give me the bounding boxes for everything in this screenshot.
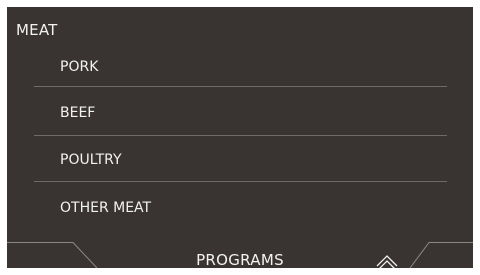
program-menu-screen: MEAT PORK BEEF POULTRY OTHER MEAT PROGRA… <box>7 7 473 268</box>
menu-item-poultry[interactable]: POULTRY <box>60 152 122 168</box>
chevron-up-icon[interactable] <box>374 252 400 268</box>
menu-item-beef[interactable]: BEEF <box>60 105 95 121</box>
menu-divider <box>34 181 447 182</box>
menu-item-pork[interactable]: PORK <box>60 59 98 75</box>
programs-button[interactable]: PROGRAMS <box>7 251 473 268</box>
footer-bar: PROGRAMS <box>7 242 473 268</box>
menu-divider <box>34 86 447 87</box>
menu-item-other-meat[interactable]: OTHER MEAT <box>60 200 151 216</box>
menu-title: MEAT <box>16 21 58 39</box>
menu-divider <box>34 135 447 136</box>
